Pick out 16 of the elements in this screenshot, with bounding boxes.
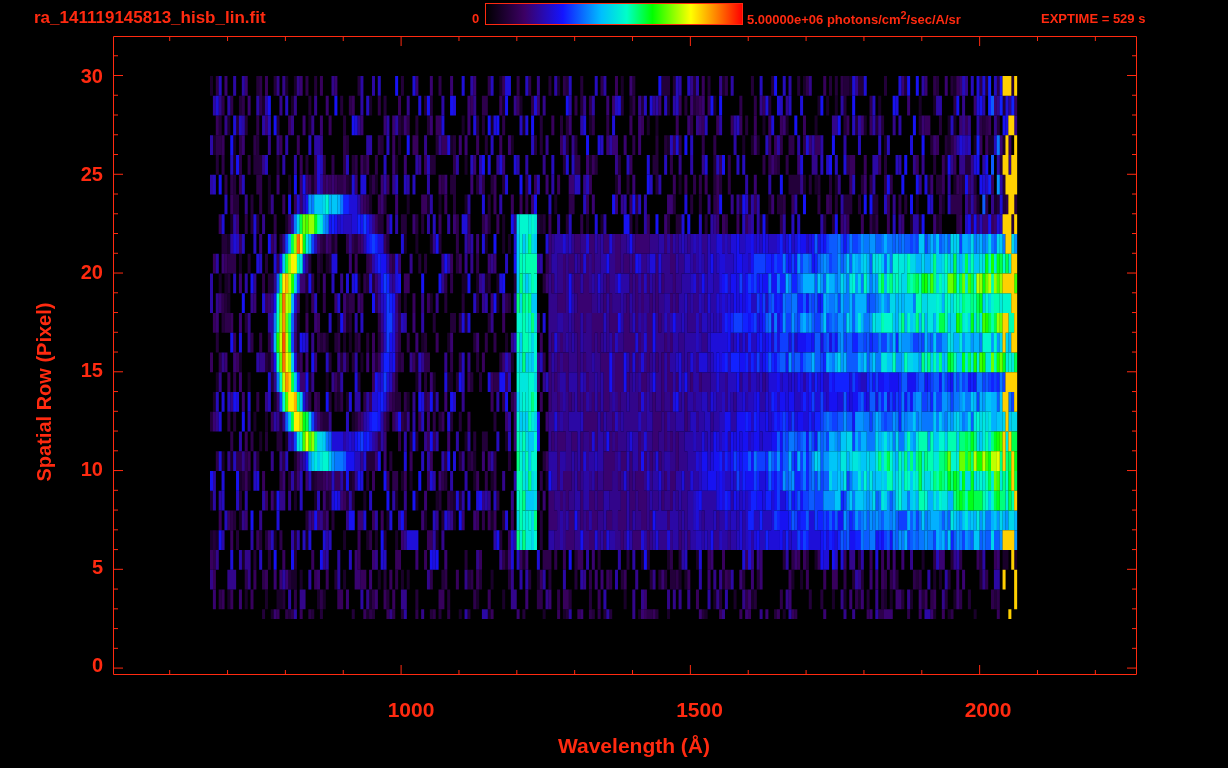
y-axis-label: Spatial Row (Pixel) xyxy=(32,302,56,482)
colorbar-min-label: 0 xyxy=(472,10,481,26)
x-axis-label: Wavelength (Å) xyxy=(557,734,711,758)
y-tick-label: 10 xyxy=(80,458,103,479)
colorbar-max-label: 5.00000e+06 photons/cm$^{2}$/sec/A/sr xyxy=(747,8,962,28)
y-tick-label: 0 xyxy=(91,654,103,675)
x-tick-label: 2000 xyxy=(963,698,1013,722)
y-tick-label: 30 xyxy=(80,66,103,86)
exposure-time: EXPTIME = 529 s xyxy=(1041,10,1146,26)
y-tick-label: 20 xyxy=(80,262,103,283)
y-tick-label: 25 xyxy=(80,164,103,185)
y-tick-label: 5 xyxy=(91,556,103,577)
x-tick-label: 1000 xyxy=(386,698,436,722)
file-title: ra_141119145813_hisb_lin.fit xyxy=(34,8,267,28)
y-tick-label: 15 xyxy=(80,360,103,381)
x-tick-label: 1500 xyxy=(675,698,724,722)
